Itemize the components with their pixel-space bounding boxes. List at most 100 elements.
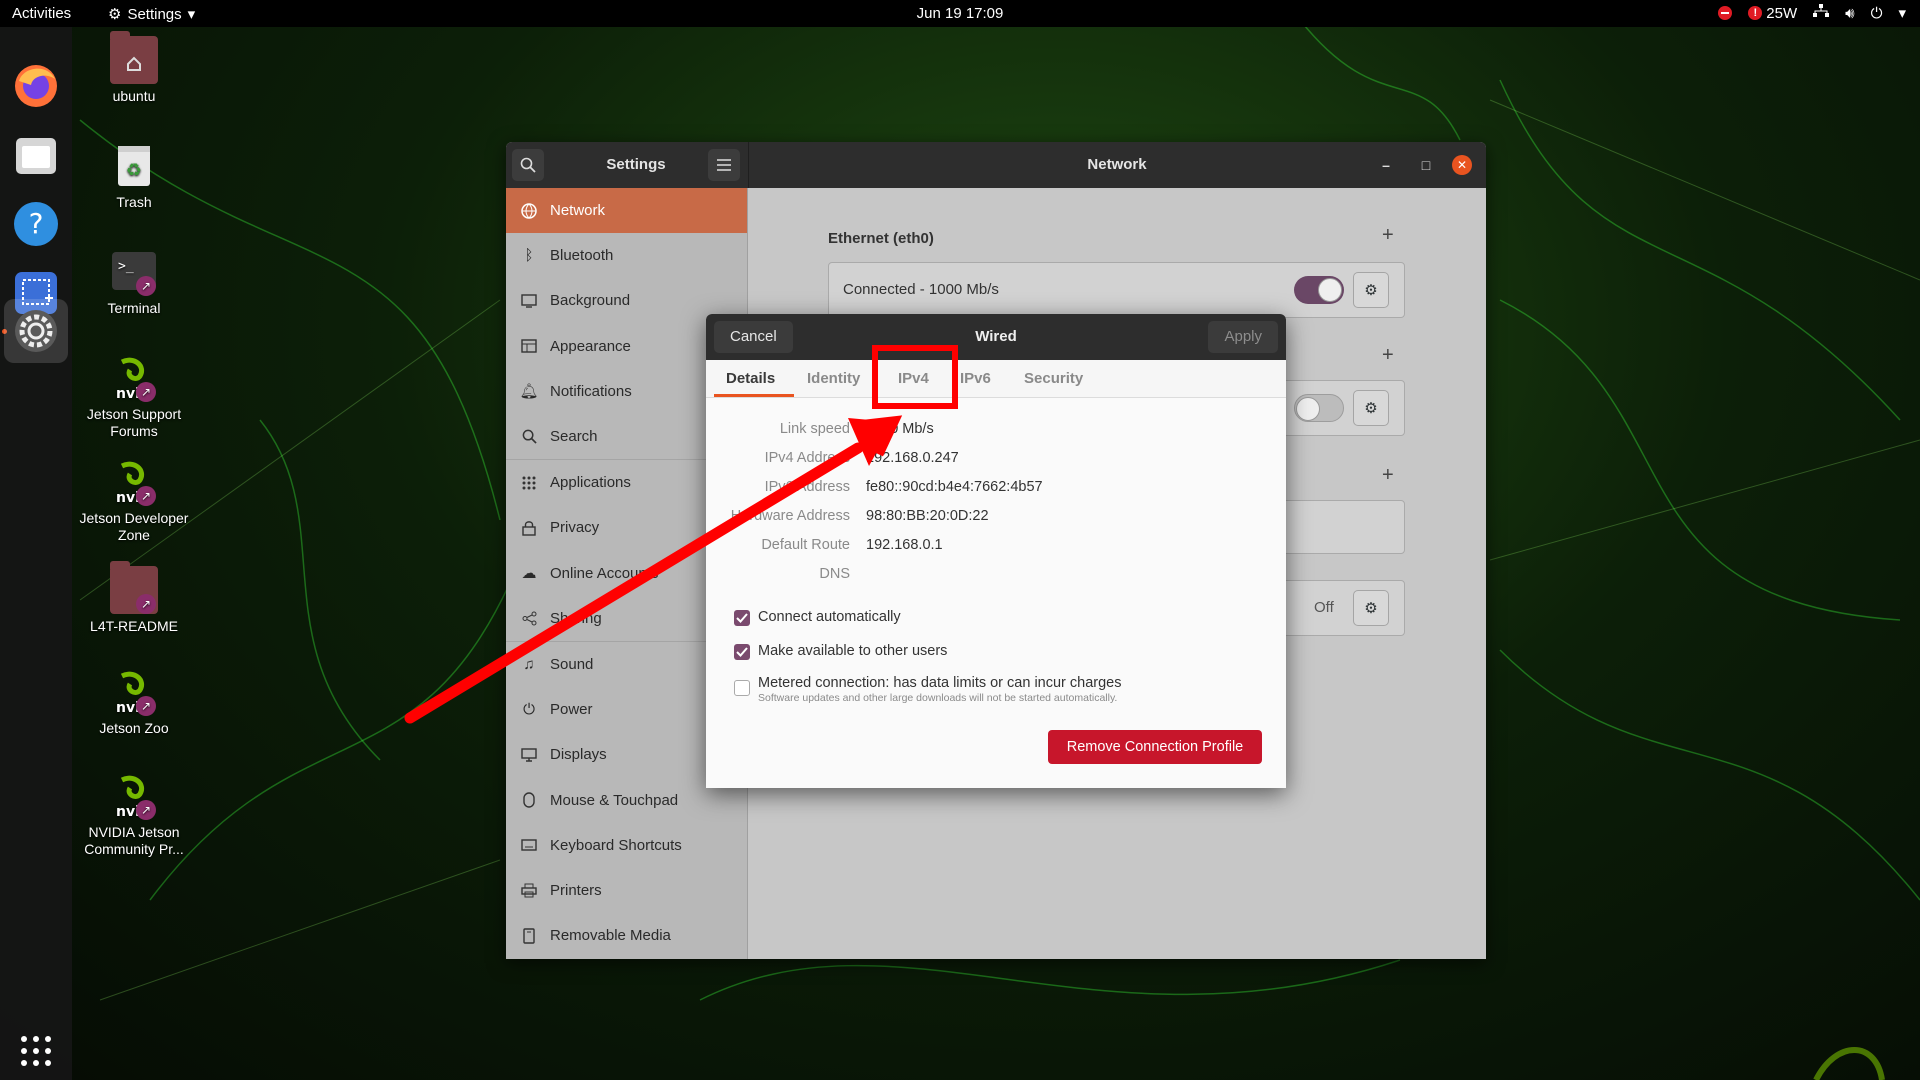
ethernet-status: Connected - 1000 Mb/s — [843, 281, 999, 298]
trash-icon: ♻ — [110, 142, 158, 190]
available-to-others-checkbox[interactable]: Make available to other users — [734, 643, 947, 660]
tab-security[interactable]: Security — [1024, 370, 1083, 387]
add-vpn-button[interactable]: + — [1382, 344, 1394, 367]
power-mode-label: 25W — [1766, 4, 1798, 22]
desktop-icon-terminal[interactable]: >_ ↗ Terminal — [74, 248, 194, 317]
volume-icon[interactable]: 🔊︎ — [1845, 5, 1854, 22]
window-header: Settings Network – □ ✕ — [506, 142, 1486, 188]
ethernet-settings-button[interactable]: ⚙ — [1353, 272, 1389, 308]
proxy-settings-button[interactable]: ⚙ — [1353, 590, 1389, 626]
shortcut-arrow-icon: ↗ — [136, 276, 156, 296]
checkbox-label: Make available to other users — [758, 643, 948, 659]
detail-link-speed: Link speed 1000 Mb/s — [706, 421, 1286, 441]
ethernet-section-title: Ethernet (eth0) — [828, 230, 934, 247]
sidebar-item-removable-media[interactable]: Removable Media — [506, 913, 747, 958]
sidebar-item-label: Removable Media — [550, 927, 671, 945]
minimize-button[interactable]: – — [1376, 155, 1396, 175]
bell-icon: 🔔︎ — [519, 383, 539, 401]
shortcut-arrow-icon: ↗ — [136, 486, 156, 506]
desktop-icon-nvidia-jetson-community[interactable]: nvi ↗ NVIDIA Jetson Community Pr... — [74, 772, 194, 858]
desktop-icon-trash[interactable]: ♻ Trash — [74, 142, 194, 211]
detail-value: 98:80:BB:20:0D:22 — [866, 508, 989, 524]
clock[interactable]: Jun 19 17:09 — [917, 5, 1004, 22]
tab-ipv6[interactable]: IPv6 — [960, 370, 991, 387]
chevron-down-icon[interactable]: ▾ — [1898, 4, 1906, 22]
sidebar-item-printers[interactable]: Printers — [506, 868, 747, 913]
dialog-tabs: Details Identity IPv4 IPv6 Security — [706, 360, 1286, 398]
detail-ipv6-address: IPv6 Address fe80::90cd:b4e4:7662:4b57 — [706, 479, 1286, 499]
detail-key: IPv6 Address — [764, 479, 850, 495]
files-icon[interactable] — [10, 130, 62, 182]
search-button[interactable] — [512, 149, 544, 181]
detail-ipv4-address: IPv4 Address 192.168.0.247 — [706, 450, 1286, 470]
apply-button[interactable]: Apply — [1208, 321, 1278, 353]
sidebar-item-label: Sharing — [550, 609, 602, 627]
detail-default-route: Default Route 192.168.0.1 — [706, 537, 1286, 557]
sidebar-item-label: Appearance — [550, 337, 631, 355]
desktop-icon-jetson-support-forums[interactable]: nvi ↗ Jetson Support Forums — [74, 354, 194, 440]
connect-automatically-checkbox[interactable]: Connect automatically — [734, 609, 901, 626]
proxy-status: Off — [1314, 599, 1334, 616]
sidebar-item-keyboard-shortcuts[interactable]: Keyboard Shortcuts — [506, 823, 747, 868]
sidebar-item-label: Printers — [550, 881, 602, 899]
checkbox-label: Metered connection: has data limits or c… — [758, 675, 1122, 691]
folder-icon: ↗ — [110, 561, 158, 614]
add-connection-button[interactable]: + — [1382, 224, 1394, 247]
help-icon[interactable]: ? — [10, 198, 62, 250]
settings-icon[interactable] — [4, 299, 68, 363]
metered-connection-checkbox[interactable]: Metered connection: has data limits or c… — [734, 675, 1122, 704]
appearance-icon — [520, 337, 538, 355]
sidebar-item-network[interactable]: Network — [506, 188, 747, 234]
shortcut-arrow-icon: ↗ — [136, 696, 156, 716]
sidebar-item-label: Power — [550, 701, 593, 719]
remove-connection-profile-button[interactable]: Remove Connection Profile — [1048, 730, 1262, 764]
shortcut-arrow-icon: ↗ — [136, 382, 156, 402]
tab-identity[interactable]: Identity — [807, 370, 860, 387]
sidebar-item-label: Online Accounts — [550, 564, 659, 582]
power-mode-indicator[interactable]: ! 25W — [1748, 5, 1797, 22]
terminal-icon: >_ ↗ — [110, 248, 158, 296]
gear-icon: ⚙ — [1364, 282, 1378, 299]
detail-key: Hardware Address — [730, 508, 850, 524]
svg-text:♻: ♻ — [126, 160, 142, 181]
cloud-icon: ☁ — [521, 565, 537, 583]
svg-text:>_: >_ — [118, 259, 134, 274]
desktop-icon-label: Jetson Developer Zone — [79, 510, 189, 543]
svg-text:?: ? — [29, 207, 44, 240]
desktop-icon-l4t-readme[interactable]: ↗ L4T-README — [74, 561, 194, 635]
shortcut-arrow-icon: ↗ — [136, 594, 156, 614]
wired-dialog: Cancel Wired Apply Details Identity IPv4… — [706, 314, 1286, 788]
do-not-disturb-icon[interactable] — [1718, 6, 1733, 20]
active-tab-indicator — [714, 394, 794, 397]
detail-key: DNS — [819, 566, 850, 582]
add-item-button[interactable]: + — [1382, 464, 1394, 487]
music-note-icon: ♫ — [523, 655, 535, 673]
close-button[interactable]: ✕ — [1452, 155, 1472, 175]
sidebar-item-label: Network — [550, 202, 606, 220]
background-icon — [520, 292, 538, 310]
sidebar-item-label: Bluetooth — [550, 247, 614, 265]
sidebar-item-label: Displays — [550, 746, 607, 764]
detail-hardware-address: Hardware Address 98:80:BB:20:0D:22 — [706, 508, 1286, 528]
menu-button[interactable] — [708, 149, 740, 181]
network-icon[interactable] — [1813, 4, 1830, 22]
sidebar-item-label: Search — [550, 428, 598, 446]
power-icon: ⏻ — [523, 701, 535, 719]
nvidia-logo-watermark — [1813, 1047, 1885, 1080]
ethernet-toggle[interactable] — [1294, 276, 1344, 304]
firefox-icon[interactable] — [10, 60, 62, 112]
maximize-button[interactable]: □ — [1416, 155, 1436, 175]
nvidia-icon: nvi ↗ — [110, 668, 158, 716]
show-apps-icon[interactable] — [10, 1025, 62, 1077]
connection-toggle[interactable] — [1294, 394, 1344, 422]
system-tray[interactable]: ! 25W 🔊︎ ⏻ ▾ — [1718, 4, 1906, 22]
desktop-icon-jetson-developer-zone[interactable]: nvi ↗ Jetson Developer Zone — [74, 458, 194, 544]
tab-details[interactable]: Details — [726, 370, 775, 387]
power-icon[interactable]: ⏻ — [1871, 5, 1883, 22]
dock: ? — [0, 27, 72, 1080]
connection-settings-button[interactable]: ⚙ — [1353, 390, 1389, 426]
top-bar: Activities ⚙ Settings ▾ Jun 19 17:09 ! 2… — [0, 0, 1920, 27]
desktop-icon-home[interactable]: ubuntu — [74, 31, 194, 105]
desktop-icon-jetson-zoo[interactable]: nvi ↗ Jetson Zoo — [74, 668, 194, 737]
sidebar-item-bluetooth[interactable]: ᛒ Bluetooth — [506, 233, 747, 278]
